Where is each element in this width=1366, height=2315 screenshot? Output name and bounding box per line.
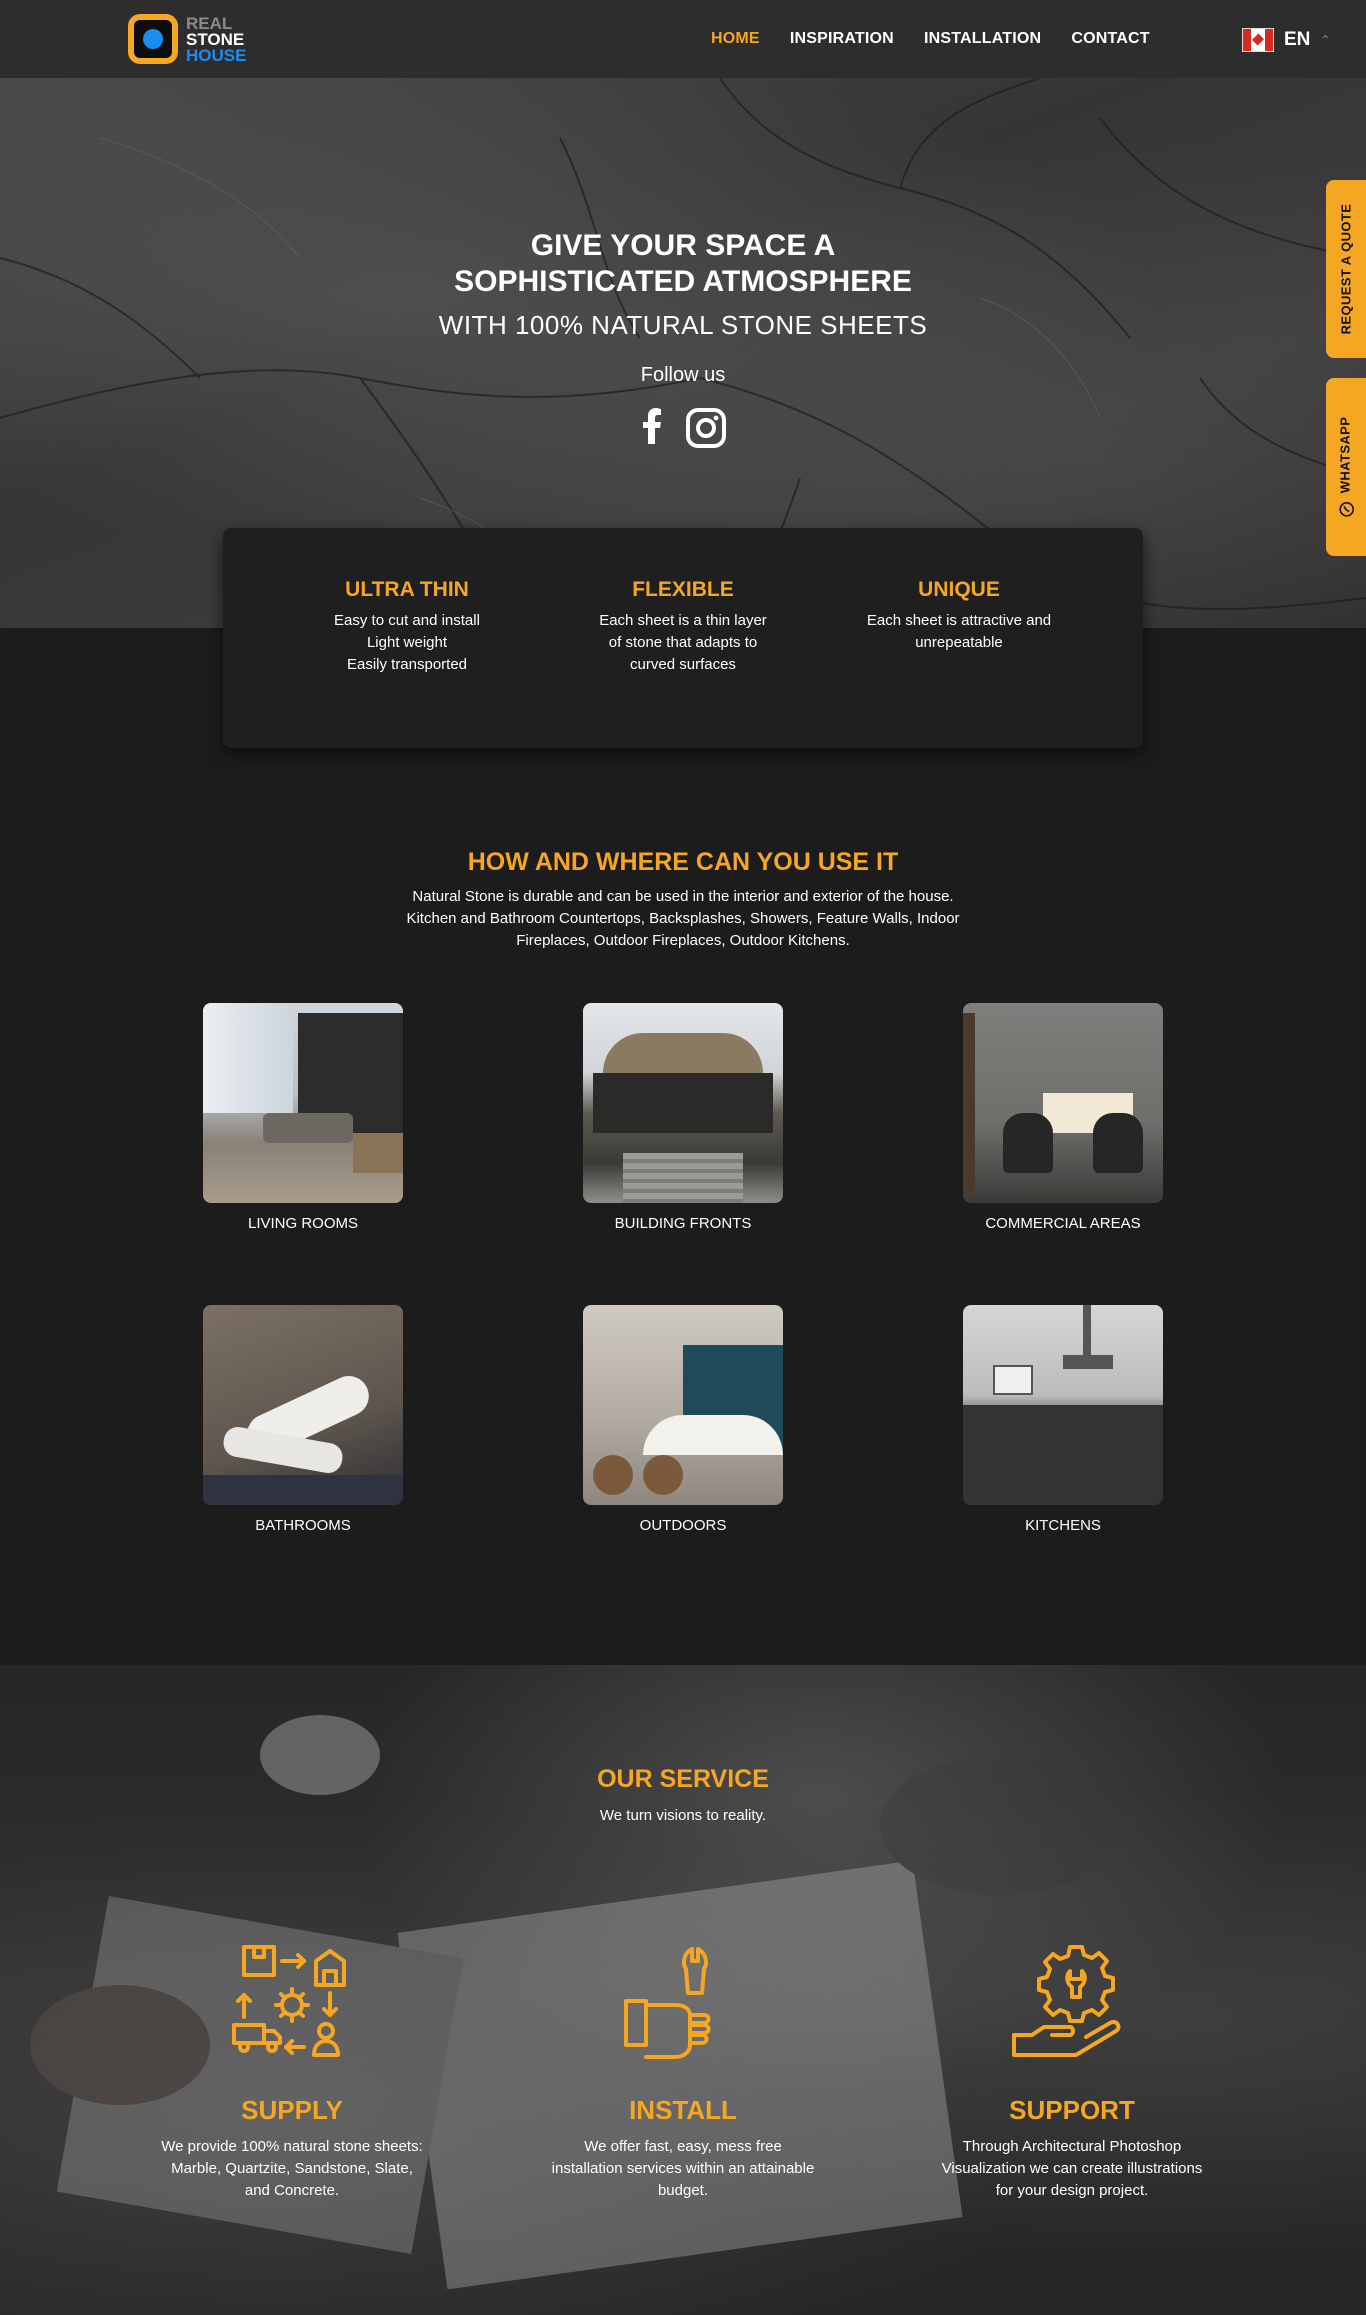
feature-title: UNIQUE <box>918 578 1000 601</box>
use-tile-living-rooms[interactable]: LIVING ROOMS <box>203 1003 403 1232</box>
service-tagline: We turn visions to reality. <box>599 1807 767 1824</box>
service-item-text: Through Architectural Photoshop Visualiz… <box>941 2138 1203 2199</box>
use-caption: KITCHENS <box>1025 1517 1101 1534</box>
follow-us-label: Follow us <box>640 364 726 386</box>
language-selector[interactable]: EN ⌃ <box>1242 28 1330 52</box>
feature-unique: UNIQUE Each sheet is attractive and unre… <box>849 578 1069 654</box>
features-card: ULTRA THIN Easy to cut and install Light… <box>223 528 1143 748</box>
feature-text: Easy to cut and install Light weight Eas… <box>334 612 480 673</box>
use-tile-kitchens[interactable]: KITCHENS <box>963 1305 1163 1534</box>
chevron-up-icon: ⌃ <box>1320 33 1331 47</box>
feature-flexible: FLEXIBLE Each sheet is a thin layer of s… <box>573 578 793 676</box>
feature-text: Each sheet is attractive and unrepeatabl… <box>866 612 1052 651</box>
uses-description: Natural Stone is durable and can be used… <box>406 888 960 949</box>
service-item-title: INSTALL <box>629 2095 737 2125</box>
instagram-icon[interactable] <box>686 408 726 453</box>
hero-title-line1: GIVE YOUR SPACE A <box>530 229 836 262</box>
logo-line3: HOUSE <box>186 46 247 65</box>
request-quote-tab[interactable]: REQUEST A QUOTE <box>1326 180 1366 358</box>
request-quote-label: REQUEST A QUOTE <box>1338 203 1354 335</box>
use-caption: BUILDING FRONTS <box>614 1215 752 1232</box>
whatsapp-icon <box>1338 502 1354 517</box>
nav-inspiration[interactable]: INSPIRATION <box>790 30 894 48</box>
use-caption: COMMERCIAL AREAS <box>985 1215 1141 1232</box>
language-code: EN <box>1284 29 1311 50</box>
service-item-text: We offer fast, easy, mess free installat… <box>551 2138 815 2199</box>
use-caption: BATHROOMS <box>255 1517 351 1534</box>
bathroom-image <box>203 1305 403 1505</box>
use-tile-commercial-areas[interactable]: COMMERCIAL AREAS <box>963 1003 1163 1232</box>
service-title: OUR SERVICE <box>597 1765 769 1793</box>
feature-title: ULTRA THIN <box>345 578 469 601</box>
facebook-icon[interactable] <box>640 408 664 453</box>
feature-ultra-thin: ULTRA THIN Easy to cut and install Light… <box>297 578 517 676</box>
hero-title-line2: SOPHISTICATED ATMOSPHERE <box>454 265 912 298</box>
nav-installation[interactable]: INSTALLATION <box>924 30 1041 48</box>
whatsapp-tab[interactable]: WHATSAPP <box>1326 378 1366 556</box>
site-header: REAL STONE HOUSE HOME INSPIRATION INSTAL… <box>0 0 1366 78</box>
nav-contact[interactable]: CONTACT <box>1071 30 1149 48</box>
service-support: SUPPORT Through Architectural Photoshop … <box>922 2095 1222 2202</box>
install-hand-wrench-icon <box>624 1947 711 2059</box>
service-item-text: We provide 100% natural stone sheets: Ma… <box>161 2138 423 2199</box>
feature-text: Each sheet is a thin layer of stone that… <box>599 612 767 673</box>
living-room-image <box>203 1003 403 1203</box>
outdoors-image <box>583 1305 783 1505</box>
canada-flag-icon <box>1242 28 1274 52</box>
use-tile-outdoors[interactable]: OUTDOORS <box>583 1305 783 1534</box>
logo[interactable]: REAL STONE HOUSE <box>128 14 252 66</box>
support-gear-hand-icon <box>1012 1945 1121 2057</box>
supply-chain-icon <box>232 1945 346 2057</box>
use-tile-building-fronts[interactable]: BUILDING FRONTS <box>583 1003 783 1232</box>
use-tile-bathrooms[interactable]: BATHROOMS <box>203 1305 403 1534</box>
service-item-title: SUPPORT <box>1009 2095 1135 2125</box>
service-install: INSTALL We offer fast, easy, mess free i… <box>533 2095 833 2202</box>
nav-home[interactable]: HOME <box>711 30 760 48</box>
service-item-title: SUPPLY <box>241 2095 343 2125</box>
feature-title: FLEXIBLE <box>632 578 734 601</box>
logo-text: REAL STONE HOUSE <box>186 15 247 65</box>
kitchen-image <box>963 1305 1163 1505</box>
use-caption: OUTDOORS <box>639 1517 727 1534</box>
hero-subtitle: WITH 100% NATURAL STONE SHEETS <box>438 310 928 340</box>
whatsapp-label: WHATSAPP <box>1338 417 1355 518</box>
main-nav: HOME INSPIRATION INSTALLATION CONTACT <box>711 30 1150 48</box>
logo-mark-icon <box>128 14 178 64</box>
service-supply: SUPPLY We provide 100% natural stone she… <box>142 2095 442 2202</box>
uses-title: HOW AND WHERE CAN YOU USE IT <box>467 848 899 876</box>
hero-title: GIVE YOUR SPACE A SOPHISTICATED ATMOSPHE… <box>0 228 1366 300</box>
building-front-image <box>583 1003 783 1203</box>
use-caption: LIVING ROOMS <box>247 1215 359 1232</box>
social-links <box>0 408 1366 453</box>
service-section: OUR SERVICE We turn visions to reality. <box>0 1665 1366 2315</box>
commercial-area-image <box>963 1003 1163 1203</box>
